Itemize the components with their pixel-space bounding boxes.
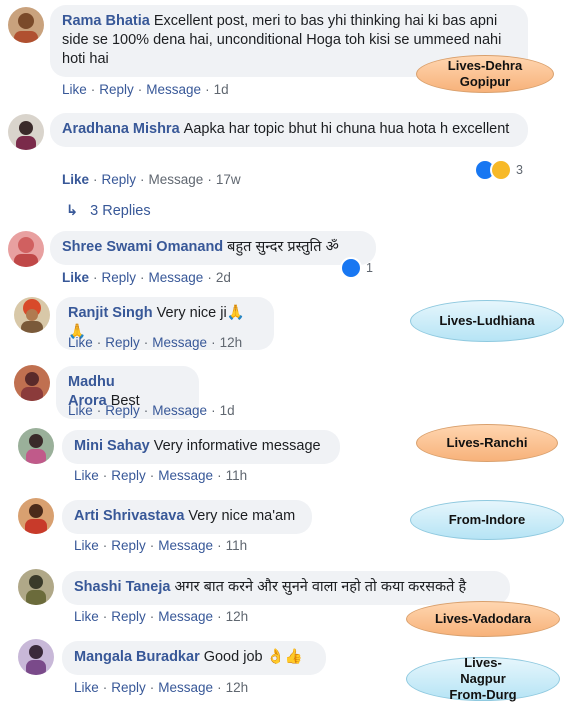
reaction-summary[interactable]: 3 <box>474 159 523 181</box>
comment-bubble: Mini Sahay Very informative message <box>62 430 340 464</box>
comment-actions: Like · Reply · Message · 2d <box>62 270 231 285</box>
message-button[interactable]: Message <box>158 680 213 695</box>
replies-count-label[interactable]: 3 Replies <box>90 203 150 219</box>
commenter-name[interactable]: Aradhana Mishra <box>62 121 180 137</box>
comment-bubble: Mangala Buradkar Good job 👌👍 <box>62 641 326 675</box>
comment-actions: Like · Reply · Message · 1d <box>62 82 229 97</box>
comment-bubble: Shashi Taneja अगर बात करने और सुनने वाला … <box>62 571 510 605</box>
comment-text: Very informative message <box>153 438 321 454</box>
like-button[interactable]: Like <box>62 82 87 97</box>
avatar[interactable] <box>14 365 50 401</box>
like-button[interactable]: Like <box>62 270 89 285</box>
avatar[interactable] <box>18 569 54 605</box>
avatar[interactable] <box>18 639 54 675</box>
message-button[interactable]: Message <box>152 403 207 418</box>
like-button[interactable]: Like <box>74 680 99 695</box>
care-reaction-icon <box>490 159 512 181</box>
timestamp[interactable]: 11h <box>226 538 248 553</box>
like-button[interactable]: Like <box>62 172 89 187</box>
message-button[interactable]: Message <box>152 335 207 350</box>
message-button[interactable]: Message <box>158 538 213 553</box>
comment-text: Aapka har topic bhut hi chuna hua hota h… <box>183 121 510 137</box>
comment-actions: Like · Reply · Message · 1d <box>68 403 235 418</box>
reply-button[interactable]: Reply <box>111 680 146 695</box>
location-annotation: Lives-Ludhiana <box>410 300 564 342</box>
view-replies-link[interactable]: ↳ 3 Replies <box>66 203 151 219</box>
location-annotation: Lives-Dehra Gopipur <box>416 55 554 93</box>
timestamp[interactable]: 1d <box>214 82 229 97</box>
comment-actions: Like · Reply · Message · 17w <box>62 172 241 187</box>
message-button[interactable]: Message <box>146 82 201 97</box>
avatar[interactable] <box>14 297 50 333</box>
comment-text: Good job 👌👍 <box>203 649 303 665</box>
comment-text: Very nice ma'am <box>188 508 296 524</box>
timestamp[interactable]: 12h <box>226 680 249 695</box>
avatar[interactable] <box>8 114 44 150</box>
like-reaction-icon <box>340 257 362 279</box>
avatar[interactable] <box>8 231 44 267</box>
comment-bubble: Shree Swami Omanand बहुत सुन्दर प्रस्तुति… <box>50 231 376 265</box>
commenter-name[interactable]: Rama Bhatia <box>62 13 150 29</box>
reply-arrow-icon: ↳ <box>66 203 79 219</box>
timestamp[interactable]: 12h <box>226 609 249 624</box>
reaction-count: 3 <box>516 163 523 177</box>
commenter-name[interactable]: Mangala Buradkar <box>74 649 200 665</box>
timestamp[interactable]: 11h <box>226 468 248 483</box>
timestamp[interactable]: 1d <box>220 403 235 418</box>
reply-button[interactable]: Reply <box>102 172 137 187</box>
reply-button[interactable]: Reply <box>105 403 140 418</box>
message-button[interactable]: Message <box>149 270 204 285</box>
timestamp[interactable]: 2d <box>216 270 231 285</box>
commenter-name[interactable]: Mini Sahay <box>74 438 150 454</box>
location-annotation: Lives-Ranchi <box>416 424 558 462</box>
message-button[interactable]: Message <box>149 172 204 187</box>
avatar[interactable] <box>18 428 54 464</box>
like-button[interactable]: Like <box>68 403 93 418</box>
reply-button[interactable]: Reply <box>111 609 146 624</box>
like-button[interactable]: Like <box>74 538 99 553</box>
comment-bubble: Aradhana Mishra Aapka har topic bhut hi c… <box>50 113 528 147</box>
avatar[interactable] <box>8 7 44 43</box>
reply-button[interactable]: Reply <box>99 82 134 97</box>
message-button[interactable]: Message <box>158 468 213 483</box>
reply-button[interactable]: Reply <box>102 270 137 285</box>
commenter-name[interactable]: Shashi Taneja <box>74 579 170 595</box>
commenter-name[interactable]: Arti Shrivastava <box>74 508 184 524</box>
comment-bubble: Arti Shrivastava Very nice ma'am <box>62 500 312 534</box>
reply-button[interactable]: Reply <box>111 538 146 553</box>
like-button[interactable]: Like <box>68 335 93 350</box>
comment-actions: Like · Reply · Message · 12h <box>74 680 249 695</box>
location-annotation: From-Indore <box>410 500 564 540</box>
comment-actions: Like · Reply · Message · 12h <box>68 335 243 350</box>
location-annotation: Lives-Nagpur From-Durg <box>406 655 560 702</box>
reply-button[interactable]: Reply <box>111 468 146 483</box>
commenter-name[interactable]: Ranjit Singh <box>68 305 153 321</box>
location-annotation: Lives-Vadodara <box>406 601 560 637</box>
comment-actions: Like · Reply · Message · 11h <box>74 538 248 553</box>
comment-text: बहुत सुन्दर प्रस्तुति ॐ <box>227 239 339 255</box>
reply-button[interactable]: Reply <box>105 335 140 350</box>
like-button[interactable]: Like <box>74 609 99 624</box>
comment-text: अगर बात करने और सुनने वाला नहो तो कया कर… <box>174 579 467 595</box>
timestamp[interactable]: 12h <box>220 335 243 350</box>
comment-actions: Like · Reply · Message · 11h <box>74 468 248 483</box>
reaction-count: 1 <box>366 261 373 275</box>
like-button[interactable]: Like <box>74 468 99 483</box>
message-button[interactable]: Message <box>158 609 213 624</box>
avatar[interactable] <box>18 498 54 534</box>
comment-actions: Like · Reply · Message · 12h <box>74 609 249 624</box>
commenter-name[interactable]: Shree Swami Omanand <box>62 239 223 255</box>
reaction-summary[interactable]: 1 <box>340 257 373 279</box>
timestamp[interactable]: 17w <box>216 172 241 187</box>
